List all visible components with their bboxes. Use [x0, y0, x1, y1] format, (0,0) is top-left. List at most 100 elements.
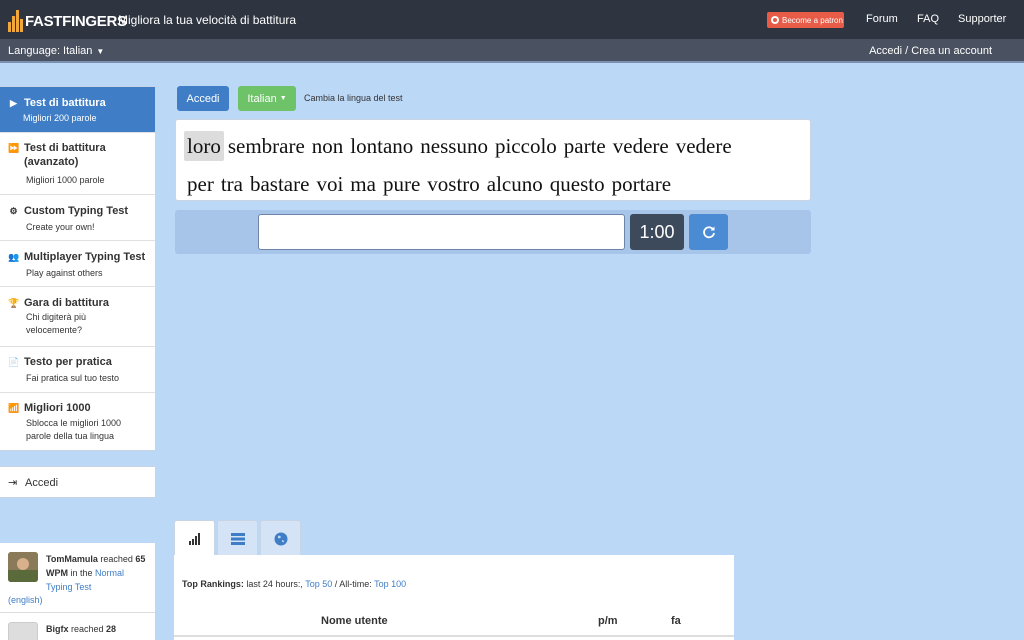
word: per: [187, 172, 214, 196]
sidebar-item-label: Testo per pratica: [24, 356, 112, 368]
patreon-icon: [771, 16, 779, 24]
avatar-image: [8, 552, 38, 582]
column-header-username[interactable]: Nome utente: [321, 615, 388, 627]
chevron-down-icon: ▼: [96, 47, 105, 56]
sidebar-item-label: Custom Typing Test: [24, 205, 129, 217]
sidebar-item-race[interactable]: 🏆 Gara di battitura Chi digiterà più vel…: [0, 287, 155, 347]
table-divider: [174, 635, 734, 637]
refresh-icon: [702, 226, 715, 239]
document-icon: 📄: [8, 357, 20, 367]
sidebar-item-label: Multiplayer Typing Test: [24, 251, 146, 263]
list-item: Bigfx reached 28: [0, 613, 155, 640]
list-item: TomMamula reached 65 WPM in the Normal T…: [0, 543, 155, 613]
top100-link[interactable]: Top 100: [374, 579, 406, 589]
word: voi: [316, 172, 344, 196]
word: parte: [563, 134, 606, 158]
caret-down-icon: ▼: [279, 95, 287, 102]
sidebar-item-top1000[interactable]: 📶 Migliori 1000 Sblocca le migliori 1000…: [0, 393, 155, 452]
sidebar-item-practice[interactable]: 📄 Testo per pratica Fai pratica sul tuo …: [0, 347, 155, 393]
sidebar: ▶ Test di battitura Migliori 200 parole …: [0, 86, 156, 451]
sidebar-item-sub: Play against others: [26, 268, 103, 278]
language-selector[interactable]: Language: Italian ▼: [8, 45, 104, 57]
sidebar-login[interactable]: ⇥ Accedi: [0, 466, 156, 498]
bar-chart-icon: [188, 532, 200, 545]
word: vedere: [675, 134, 732, 158]
word: ma: [350, 172, 376, 196]
nav-faq[interactable]: FAQ: [917, 13, 939, 25]
login-button[interactable]: Accedi: [177, 86, 229, 111]
feed-user[interactable]: TomMamula: [46, 554, 98, 564]
sidebar-item-label: Gara di battitura: [24, 297, 109, 309]
avatar[interactable]: [8, 552, 38, 582]
word-display: loro sembrare non lontano nessuno piccolo part…: [175, 119, 811, 201]
trophy-icon: 🏆: [8, 298, 20, 308]
sidebar-item-test[interactable]: ▶ Test di battitura Migliori 200 parole: [0, 87, 155, 133]
sidebar-item-sub: Migliori 1000 parole: [26, 175, 105, 185]
feed-reached: reached: [97, 554, 136, 564]
sign-in-icon: ⇥: [8, 477, 18, 489]
sidebar-item-custom[interactable]: ⚙ Custom Typing Test Create your own!: [0, 195, 155, 241]
globe-icon: [274, 532, 287, 545]
word: sembrare: [227, 134, 305, 158]
rankings-label: Top Rankings:: [182, 579, 244, 589]
sidebar-login-label: Accedi: [25, 477, 59, 489]
feed-user[interactable]: Bigfx: [46, 624, 69, 634]
word-line-1: loro sembrare non lontano nessuno piccolo part…: [184, 127, 802, 165]
word: vostro: [427, 172, 480, 196]
feed-in-the: in the: [68, 568, 96, 578]
word: bastare: [249, 172, 310, 196]
sidebar-item-sub: Sblocca le migliori 1000 parole della tu…: [26, 418, 122, 441]
feed-text: Bigfx reached 28: [46, 622, 151, 636]
rankings-header: Top Rankings: last 24 hours:, Top 50 / A…: [182, 579, 406, 589]
logo-bars-icon: [8, 8, 23, 32]
column-header-ago[interactable]: fa: [671, 615, 681, 627]
word: tra: [220, 172, 243, 196]
sidebar-item-sub: Fai pratica sul tuo testo: [26, 373, 120, 383]
language-dropdown-label: Italian: [247, 92, 277, 105]
word-line-2: per tra bastare voi ma pure vostro alcuno questo…: [184, 165, 802, 203]
sidebar-item-label: Test di battitura (avanzato): [24, 142, 106, 168]
play-icon: ▶: [10, 98, 17, 108]
feed-reached: reached: [68, 624, 107, 634]
tagline: Migliora la tua velocità di battitura: [118, 13, 297, 27]
feed-lang: (english): [8, 593, 43, 607]
avatar[interactable]: [8, 622, 38, 640]
sidebar-item-sub: Migliori 200 parole: [23, 113, 97, 123]
server-icon: [230, 532, 245, 545]
sidebar-item-test-advanced[interactable]: ⏩ Test di battitura (avanzato) Migliori …: [0, 133, 155, 195]
sidebar-item-label: Test di battitura: [24, 97, 106, 109]
word: vedere: [612, 134, 669, 158]
nav-supporter[interactable]: Supporter: [958, 13, 1006, 25]
word: questo: [549, 172, 605, 196]
word: nessuno: [420, 134, 488, 158]
column-header-wpm[interactable]: p/m: [598, 615, 618, 627]
feed-text: TomMamula reached 65 WPM in the Normal T…: [46, 552, 151, 594]
nav-forum[interactable]: Forum: [866, 13, 898, 25]
language-dropdown-button[interactable]: Italian ▼: [238, 86, 296, 111]
tab-rankings[interactable]: [174, 520, 215, 556]
sidebar-item-title-row: ▶ Test di battitura: [8, 96, 106, 110]
top50-link[interactable]: Top 50: [305, 579, 332, 589]
reset-button[interactable]: [689, 214, 728, 250]
change-language-hint: Cambia la lingua del test: [304, 93, 403, 103]
sidebar-item-title-row: 📄 Testo per pratica: [8, 355, 112, 369]
login-register-link[interactable]: Accedi / Crea un account: [869, 45, 992, 57]
sidebar-item-label: Migliori 1000: [24, 402, 91, 414]
language-bar: Language: Italian ▼ Accedi / Crea un acco…: [0, 39, 1024, 63]
sidebar-item-title-row: 📶 Migliori 1000: [8, 401, 91, 415]
top-navbar: FASTFINGERS Migliora la tua velocità di …: [0, 0, 1024, 39]
sidebar-item-multiplayer[interactable]: 👥 Multiplayer Typing Test Play against o…: [0, 241, 155, 287]
typing-input[interactable]: [258, 214, 625, 250]
fast-forward-icon: ⏩: [8, 143, 20, 153]
input-row: 1:00: [175, 210, 811, 254]
become-patron-button[interactable]: Become a patron: [767, 12, 844, 28]
tab-server[interactable]: [217, 520, 258, 556]
word: piccolo: [494, 134, 557, 158]
sidebar-item-sub: Chi digiterà più velocemente?: [26, 312, 87, 335]
word: portare: [611, 172, 672, 196]
users-icon: 👥: [8, 252, 20, 262]
tab-globe[interactable]: [260, 520, 301, 556]
logo[interactable]: FASTFINGERS: [8, 6, 127, 32]
feed-lang-link[interactable]: (english): [8, 595, 43, 605]
patron-label: Become a patron: [782, 15, 843, 25]
